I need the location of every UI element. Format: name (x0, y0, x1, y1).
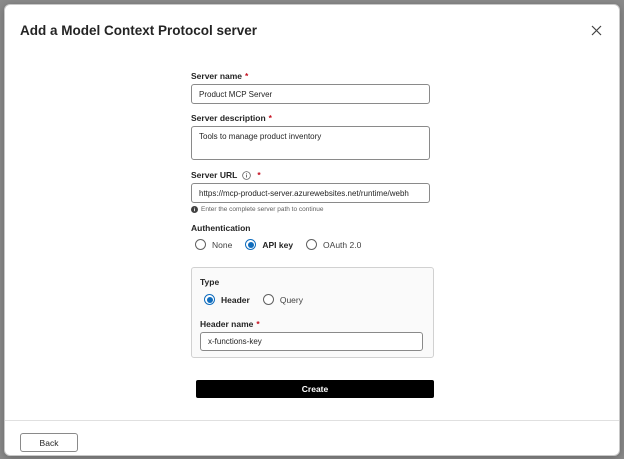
server-description-label: Server description * (191, 113, 272, 123)
radio-button-checked[interactable] (204, 294, 215, 305)
required-marker: * (256, 319, 260, 329)
server-url-label-text: Server URL (191, 170, 238, 180)
server-url-label: Server URL * (191, 170, 261, 180)
required-marker: * (245, 71, 249, 81)
type-label: Type (200, 277, 219, 287)
info-filled-icon (191, 206, 198, 213)
create-button[interactable]: Create (196, 380, 434, 398)
header-name-label-text: Header name (200, 319, 254, 329)
close-button[interactable] (587, 21, 605, 39)
auth-option-oauth[interactable]: OAuth 2.0 (306, 239, 361, 250)
api-key-settings-panel: Type Header Query Header name * x-functi… (191, 267, 434, 358)
radio-button[interactable] (195, 239, 206, 250)
radio-button-checked[interactable] (245, 239, 257, 250)
type-option-header-label: Header (221, 294, 250, 305)
auth-option-api-key-label: API key (262, 239, 294, 250)
required-marker: * (257, 170, 261, 180)
back-button[interactable]: Back (20, 433, 78, 452)
server-name-label-text: Server name (191, 71, 243, 81)
server-name-input[interactable]: Product MCP Server (191, 84, 430, 104)
server-description-label-text: Server description (191, 113, 266, 123)
type-option-header[interactable]: Header (204, 294, 250, 305)
type-option-query[interactable]: Query (262, 294, 303, 305)
type-option-query-label: Query (279, 294, 303, 305)
type-radio-group: Header Query (204, 294, 312, 305)
auth-option-oauth-label: OAuth 2.0 (323, 239, 362, 250)
header-name-label: Header name * (200, 319, 260, 329)
radio-button[interactable] (306, 239, 318, 250)
dialog-title: Add a Model Context Protocol server (20, 23, 258, 38)
info-icon[interactable] (242, 170, 252, 180)
auth-option-none-label: None (212, 239, 233, 250)
server-description-textarea[interactable]: Tools to manage product inventory (191, 126, 430, 160)
type-label-text: Type (200, 277, 220, 287)
radio-button[interactable] (262, 294, 274, 305)
server-url-hint-text: Enter the complete server path to contin… (201, 206, 324, 213)
required-marker: * (268, 113, 272, 123)
auth-option-none[interactable]: None (195, 239, 232, 250)
server-url-input[interactable]: https://mcp-product-server.azurewebsites… (191, 183, 430, 203)
authentication-label-text: Authentication (191, 223, 251, 233)
close-icon (591, 25, 601, 35)
footer-divider (5, 420, 619, 421)
authentication-radio-group: None API key OAuth 2.0 (195, 239, 370, 250)
server-url-hint: Enter the complete server path to contin… (191, 206, 324, 213)
authentication-label: Authentication (191, 223, 251, 233)
header-name-input[interactable]: x-functions-key (200, 332, 423, 351)
server-name-label: Server name * (191, 71, 248, 81)
mcp-server-dialog: Add a Model Context Protocol server Serv… (4, 4, 620, 456)
auth-option-api-key[interactable]: API key (245, 239, 293, 250)
